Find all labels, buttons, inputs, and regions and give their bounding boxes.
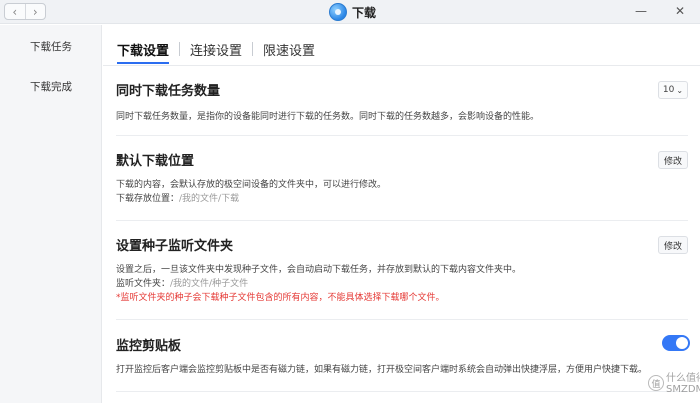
toggle-knob	[676, 337, 688, 349]
concurrent-tasks-description: 同时下载任务数量，是指你的设备能同时进行下载的任务数。同时下载的任务数越多，会影…	[116, 112, 540, 122]
watermark-line-2: SMZDM	[666, 384, 700, 395]
settings-tabs: 下载设置 连接设置 限速设置	[116, 38, 316, 64]
minimize-button[interactable]: —	[633, 3, 649, 20]
edit-watch-folder-button[interactable]: 修改	[658, 236, 688, 254]
clipboard-title: 监控剪贴板	[116, 339, 182, 354]
download-path-value: /我的文件/下载	[179, 194, 240, 204]
clipboard-toggle[interactable]	[662, 335, 690, 351]
nav-buttons: ‹ ›	[4, 3, 46, 20]
tabs-divider	[103, 65, 700, 66]
watermark-line-1: 什么值得买	[666, 373, 700, 384]
watermark: 值 什么值得买 SMZDM	[648, 369, 700, 397]
concurrent-tasks-title: 同时下载任务数量	[116, 84, 221, 99]
tab-speed-limit-settings[interactable]: 限速设置	[262, 40, 316, 59]
chevron-down-icon: ⌄	[676, 85, 684, 95]
title-bar: ‹ › 下载 — ✕	[0, 0, 700, 24]
concurrent-tasks-value: 10	[662, 85, 675, 95]
chevron-right-icon: ›	[32, 4, 38, 19]
section-divider	[116, 319, 688, 320]
tab-separator	[179, 42, 181, 56]
edit-download-location-button[interactable]: 修改	[658, 151, 688, 169]
minimize-icon: —	[635, 4, 647, 18]
close-icon: ✕	[674, 4, 686, 18]
concurrent-tasks-section: 同时下载任务数量 同时下载任务数量，是指你的设备能同时进行下载的任务数。同时下载…	[116, 80, 688, 140]
torrent-folder-description: 设置之后，一旦该文件夹中发现种子文件，会自动启动下载任务，并存放到默认的下载内容…	[116, 265, 522, 275]
watermark-text: 什么值得买 SMZDM	[666, 373, 700, 395]
download-path-label: 下载存放位置：	[116, 194, 180, 204]
forward-button[interactable]: ›	[24, 4, 46, 19]
app-logo-icon	[329, 3, 347, 21]
window-title: 下载	[352, 6, 377, 20]
torrent-folder-section: 设置种子监听文件夹 设置之后，一旦该文件夹中发现种子文件，会自动启动下载任务，并…	[116, 235, 688, 320]
tab-download-settings[interactable]: 下载设置	[116, 40, 170, 64]
torrent-folder-path: 监听文件夹：/我的文件/种子文件	[116, 277, 688, 291]
tab-connection-settings[interactable]: 连接设置	[189, 40, 243, 59]
watch-folder-value: /我的文件/种子文件	[170, 279, 249, 289]
sidebar-item-download-complete[interactable]: 下载完成	[0, 79, 102, 94]
sidebar: 下载任务 下载完成	[0, 25, 102, 403]
torrent-folder-warning: *监听文件夹的种子会下载种子文件包含的所有内容，不能具体选择下载哪个文件。	[116, 293, 445, 303]
torrent-folder-title: 设置种子监听文件夹	[116, 239, 234, 254]
default-location-path: 下载存放位置：/我的文件/下载	[116, 192, 688, 206]
close-button[interactable]: ✕	[672, 3, 688, 20]
settings-panel: 下载设置 连接设置 限速设置 同时下载任务数量 同时下载任务数量，是指你的设备能…	[103, 25, 700, 403]
default-location-title: 默认下载位置	[116, 154, 195, 169]
section-divider	[116, 220, 688, 221]
sidebar-item-download-tasks[interactable]: 下载任务	[0, 39, 102, 54]
clipboard-section: 监控剪贴板 打开监控后客户端会监控剪贴板中是否有磁力链，如果有磁力链，打开极空间…	[116, 335, 690, 395]
chevron-left-icon: ‹	[12, 4, 18, 19]
back-button[interactable]: ‹	[5, 4, 25, 19]
default-location-description: 下载的内容，会默认存放的极空间设备的文件夹中，可以进行修改。	[116, 180, 387, 190]
clipboard-description: 打开监控后客户端会监控剪贴板中是否有磁力链，如果有磁力链，打开极空间客户端时系统…	[116, 365, 648, 375]
concurrent-tasks-select[interactable]: 10 ⌄	[658, 81, 688, 99]
default-location-section: 默认下载位置 下载的内容，会默认存放的极空间设备的文件夹中，可以进行修改。 下载…	[116, 150, 688, 220]
watermark-badge-icon: 值	[648, 375, 664, 391]
watch-folder-label: 监听文件夹：	[116, 279, 171, 289]
section-divider	[116, 135, 688, 136]
section-divider	[116, 391, 688, 392]
tab-separator	[252, 42, 254, 56]
